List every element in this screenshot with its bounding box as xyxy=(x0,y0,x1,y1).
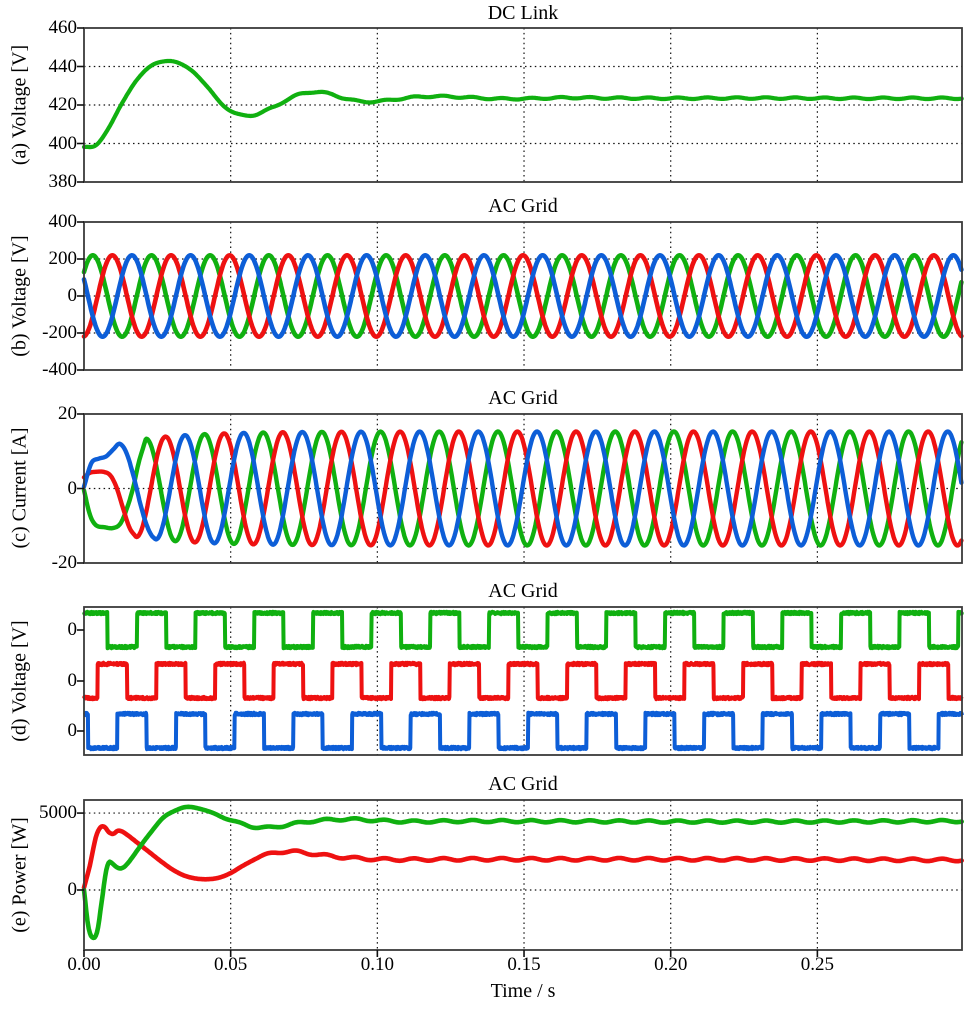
panel-a-plot xyxy=(77,27,964,183)
panel-b-ytick-2: 0 xyxy=(67,285,78,306)
panel-c-ytick-2: 20 xyxy=(58,403,77,424)
panel-b-title: AC Grid xyxy=(488,195,558,217)
x-axis-label: Time / s xyxy=(490,980,556,1002)
x-tick-2: 0.10 xyxy=(360,954,394,975)
panel-d-ytick-0: 0 xyxy=(67,619,78,640)
x-tick-1: 0.05 xyxy=(214,954,248,975)
panel-b-ytick-0: -400 xyxy=(42,359,77,380)
panel-c-plot xyxy=(77,413,964,564)
panel-a-ytick-3: 440 xyxy=(48,55,78,77)
panel-c-title: AC Grid xyxy=(488,387,558,409)
x-tick-0: 0.00 xyxy=(67,954,101,975)
x-tick-3: 0.15 xyxy=(507,954,541,975)
panel-d-plot xyxy=(77,606,964,756)
panel-a-ytick-4: 460 xyxy=(48,17,78,38)
panel-a-title: DC Link xyxy=(487,2,559,24)
panel-a-ytick-0: 380 xyxy=(48,171,78,192)
panel-b-ytick-1: -200 xyxy=(42,322,77,343)
x-tick-5: 0.25 xyxy=(800,954,834,975)
panel-d-ytick-2: 0 xyxy=(67,720,78,741)
panel-b-ytick-3: 200 xyxy=(48,248,78,269)
panel-a-ytick-1: 400 xyxy=(48,132,78,154)
panel-c-ytick-0: -20 xyxy=(51,552,77,573)
panel-e-plot xyxy=(77,799,964,957)
simulation-figure: DC Link AC Grid AC Grid AC Grid AC Grid … xyxy=(0,0,968,1009)
panel-e-ytick-0: 0 xyxy=(67,879,78,900)
panel-d-title: AC Grid xyxy=(488,580,558,602)
panel-e-ylabel: (e) Power [W] xyxy=(8,817,31,933)
panel-b-ytick-4: 400 xyxy=(48,211,78,232)
panel-b-plot xyxy=(77,221,964,371)
panel-e-ytick-1: 5000 xyxy=(39,802,77,824)
x-tick-4: 0.20 xyxy=(654,954,688,975)
panel-a-ytick-2: 420 xyxy=(48,94,78,115)
panel-d-ytick-1: 0 xyxy=(67,670,78,691)
panel-c-ytick-1: 0 xyxy=(67,477,78,499)
panel-e-title: AC Grid xyxy=(488,773,558,795)
